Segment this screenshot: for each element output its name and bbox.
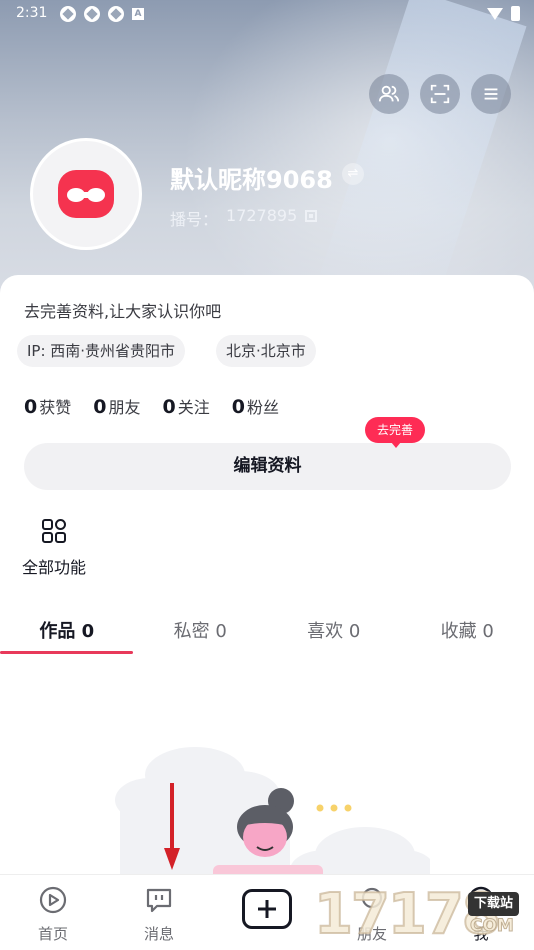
home-icon [39,886,67,914]
bio-prompt[interactable]: 去完善资料,让大家认识你吧 [24,298,221,322]
annotation-arrow-head [164,848,180,870]
nav-messages[interactable]: 消息 [129,885,189,944]
annotation-arrow-line [170,783,174,851]
stat-likes[interactable]: 0 获赞 [24,394,71,418]
stat-following[interactable]: 0 关注 [163,394,210,418]
battery-icon [511,6,520,21]
stat-fans[interactable]: 0 粉丝 [232,394,279,418]
watermark-domain: COM [470,916,515,937]
avatar[interactable] [30,138,142,250]
stats-row: 0 获赞 0 朋友 0 关注 0 粉丝 [24,394,279,418]
users-icon [378,85,400,102]
active-tab-indicator [0,651,133,654]
account-id: 1727895 [226,206,298,225]
sync-icon [108,6,124,22]
sync-icon [60,6,76,22]
ip-location-tag: IP: 西南·贵州省贵阳市 [17,335,186,367]
scan-icon [430,84,450,104]
account-id-label: 播号： [170,210,219,229]
message-icon [146,888,172,913]
tab-favorites[interactable]: 收藏 0 [401,617,534,657]
wifi-icon [487,7,503,20]
grid-icon [42,519,66,543]
nav-home[interactable]: 首页 [23,885,83,944]
tab-private[interactable]: 私密 0 [134,617,268,657]
qr-code-icon [305,210,318,222]
all-features-button[interactable]: 全部功能 [18,518,90,578]
nickname[interactable]: 默认昵称9068 [170,160,333,195]
account-id-row[interactable]: 播号： 1727895 [170,206,318,230]
complete-profile-badge: 去完善 [365,417,426,448]
stat-friends[interactable]: 0 朋友 [93,394,140,418]
app-logo-icon [58,170,114,218]
notification-icons: A [60,6,144,22]
plus-icon [258,900,276,918]
switch-account-icon[interactable]: ⇌ [342,163,364,185]
edit-profile-button[interactable]: 编辑资料 [24,443,511,490]
friends-button[interactable] [369,74,409,114]
status-bar: 2:31 A [0,0,534,28]
location-tag[interactable]: 北京·北京市 [216,335,316,367]
a-icon: A [132,8,144,20]
menu-icon [484,88,498,100]
create-button[interactable] [242,889,292,929]
scan-button[interactable] [420,74,460,114]
empty-state-illustration [115,747,430,880]
tab-likes[interactable]: 喜欢 0 [267,617,401,657]
sync-icon [84,6,100,22]
menu-button[interactable] [471,74,511,114]
status-time: 2:31 [16,5,48,21]
all-features-label: 全部功能 [21,558,86,577]
watermark-download-label: 下载站 [468,892,520,916]
